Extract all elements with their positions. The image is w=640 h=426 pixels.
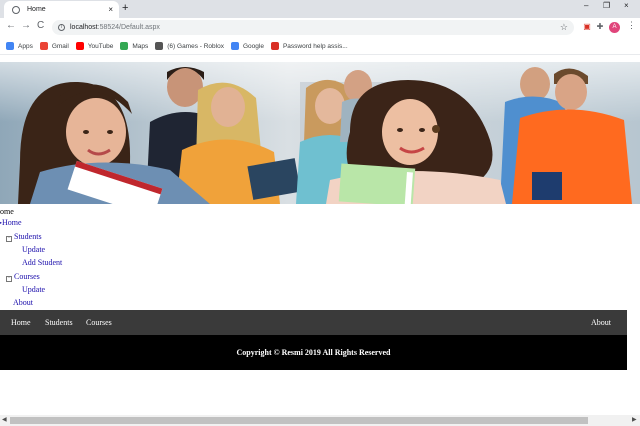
minimize-button[interactable]: – [584,2,588,10]
tree-label-home[interactable]: Home [2,218,22,227]
page-footer: Copyright © Resmi 2019 All Rights Reserv… [0,335,627,370]
tree-item-students-update[interactable]: Update [22,245,45,254]
bookmarks-bar: Apps Gmail YouTube Maps (6) Games - Robl… [0,38,640,55]
nav-home-link[interactable]: Home [11,318,31,327]
tree-item-home[interactable]: ▸Home [0,218,22,227]
bookmark-label: Password help assis... [282,42,348,50]
tab-title: Home [27,6,46,13]
breadcrumb-fragment: ome [0,207,14,216]
browser-tab-home[interactable]: Home × [4,1,119,18]
bookmark-label: YouTube [87,42,114,50]
bookmark-apps[interactable]: Apps [6,42,33,50]
address-bar[interactable]: i localhost:58524/Default.aspx ☆ [52,20,574,35]
maps-icon [120,42,129,50]
copyright-text: Copyright © Resmi 2019 All Rights Reserv… [236,348,391,357]
profile-avatar[interactable]: A [609,22,620,33]
youtube-icon [75,42,84,50]
bookmark-label: Gmail [51,42,69,50]
url-host: localhost [70,24,98,31]
nav-courses-link[interactable]: Courses [86,318,112,327]
extensions-puzzle-icon[interactable]: ✚ [595,22,605,32]
bookmark-label: Maps [132,42,149,50]
roblox-icon [155,42,164,50]
tree-label-courses[interactable]: Courses [14,272,40,281]
bookmark-roblox[interactable]: (6) Games - Roblox [155,42,224,50]
tree-item-courses[interactable]: − Courses [6,272,40,282]
new-tab-button[interactable]: + [122,3,128,14]
back-button[interactable]: ← [6,21,16,31]
browser-menu-icon[interactable]: ⋮ [627,21,636,30]
horizontal-scrollbar[interactable]: ◀ ▶ [0,415,640,426]
url-path: :58524/Default.aspx [97,24,160,31]
close-window-button[interactable]: × [624,2,629,10]
bookmark-label: Google [242,42,264,50]
nav-students-link[interactable]: Students [45,318,73,327]
scrollbar-thumb[interactable] [10,417,588,424]
collapse-icon[interactable]: − [6,276,12,282]
tree-item-add-student[interactable]: Add Student [22,258,62,267]
collapse-icon[interactable]: − [6,236,12,242]
nav-about-link[interactable]: About [591,318,611,327]
restore-button[interactable]: ❐ [603,2,610,10]
bookmark-gmail[interactable]: Gmail [39,42,69,50]
bookmark-label: (6) Games - Roblox [167,42,224,50]
google-icon [230,42,239,50]
browser-tab-strip: Home × + – ❐ × [0,0,640,18]
tab-close-icon[interactable]: × [108,5,113,14]
pdf-extension-icon[interactable]: ▣ [582,22,592,32]
browser-toolbar: ← → C i localhost:58524/Default.aspx ☆ ▣… [0,18,640,38]
bookmark-password-help[interactable]: Password help assis... [270,42,348,50]
password-help-icon [270,42,279,50]
apps-grid-icon [6,42,14,50]
scroll-right-icon[interactable]: ▶ [632,416,637,423]
tree-label-students[interactable]: Students [14,232,42,241]
gmail-icon [39,42,48,50]
bookmark-google[interactable]: Google [230,42,264,50]
tree-item-students[interactable]: − Students [6,232,42,242]
forward-button[interactable]: → [21,21,31,31]
students-photo [0,62,640,204]
info-icon[interactable]: i [58,24,65,31]
bookmark-maps[interactable]: Maps [120,42,148,50]
scroll-left-icon[interactable]: ◀ [2,416,7,423]
globe-icon [12,5,20,14]
tree-item-about[interactable]: About [13,298,33,307]
bookmark-youtube[interactable]: YouTube [75,42,114,50]
tree-item-courses-update[interactable]: Update [22,285,45,294]
reload-button[interactable]: C [37,21,44,31]
bookmark-star-icon[interactable]: ☆ [560,22,568,33]
url-text: localhost:58524/Default.aspx [70,24,560,31]
main-navbar: Home Students Courses About [0,310,627,335]
banner-image [0,62,640,204]
bookmark-label: Apps [18,42,33,50]
